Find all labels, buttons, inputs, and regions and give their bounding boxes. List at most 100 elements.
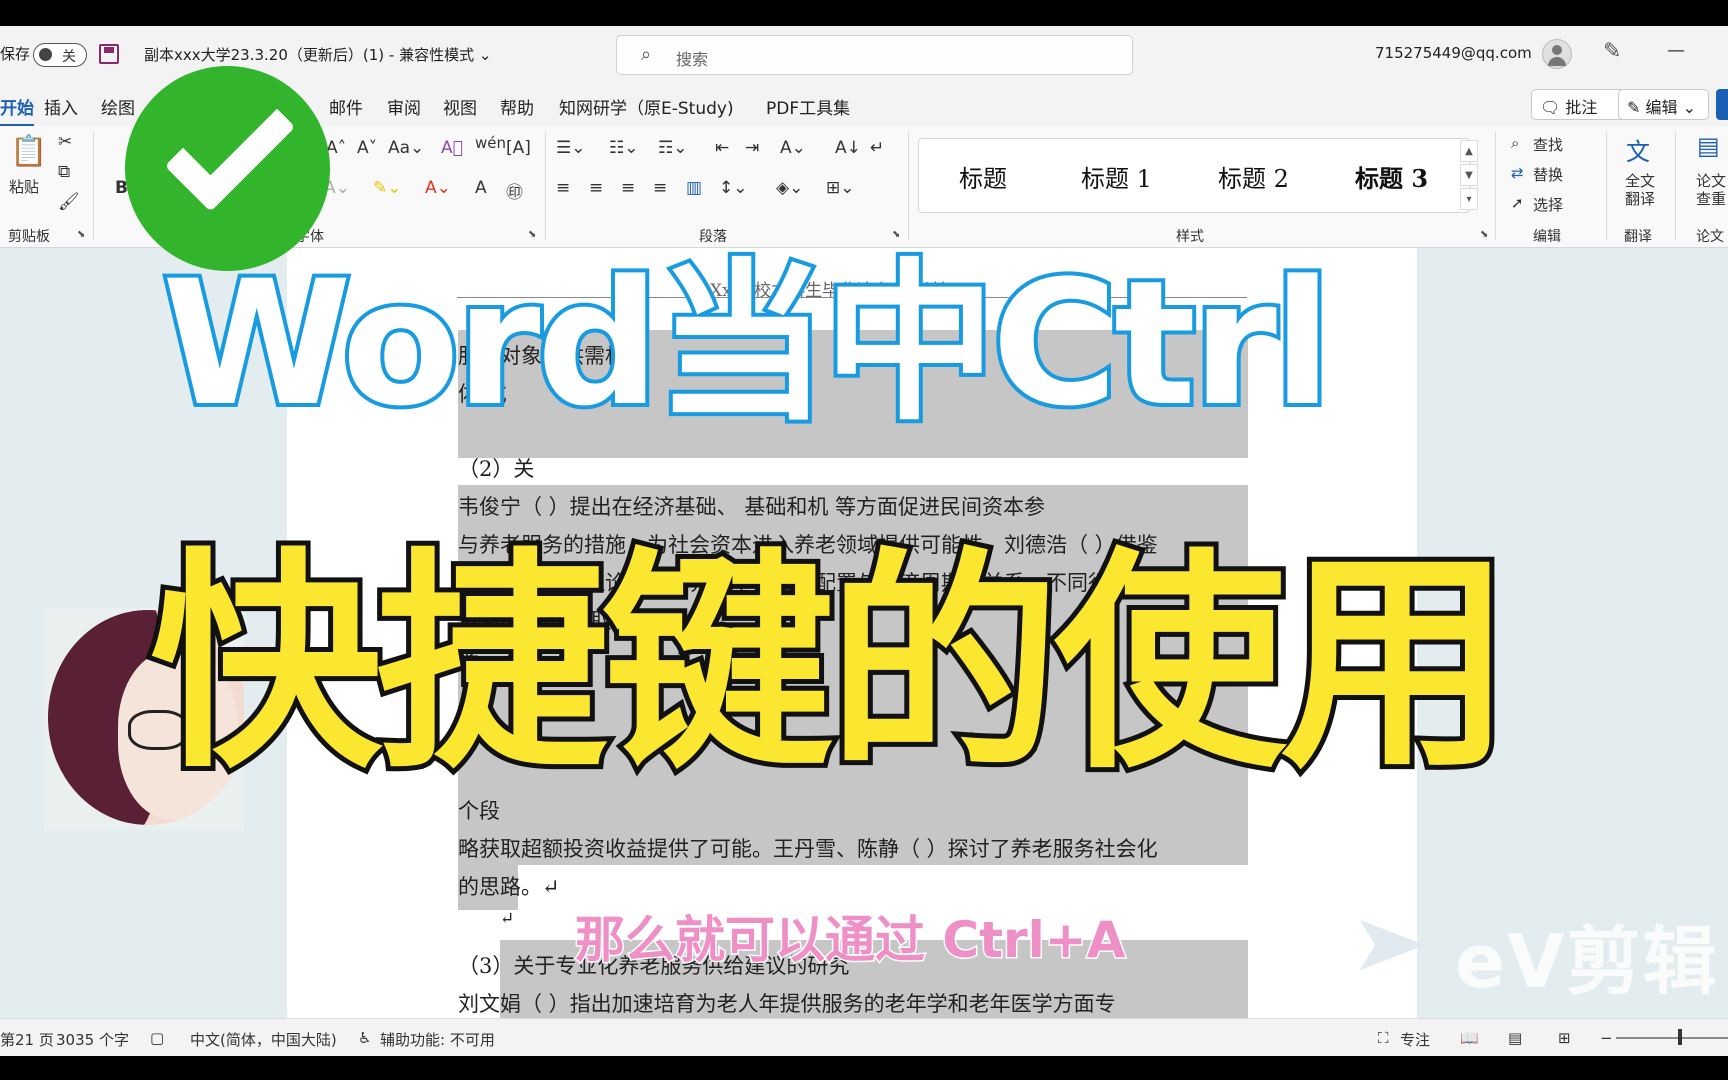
find-icon[interactable]: ⌕: [1511, 134, 1519, 152]
styles-down-icon[interactable]: ▼: [1460, 164, 1478, 186]
comments-label: 批注: [1565, 98, 1598, 117]
text-direction-icon[interactable]: A⌄: [780, 138, 806, 158]
line-spacing-icon[interactable]: ↕⌄: [719, 178, 748, 198]
increase-indent-icon[interactable]: ⇥: [745, 138, 759, 158]
styles-more-icon[interactable]: ▾: [1460, 188, 1478, 210]
doc-line[interactable]: 个段: [458, 795, 500, 825]
tab-pdf-tools[interactable]: PDF工具集: [766, 94, 850, 119]
language-status[interactable]: 中文(简体，中国大陆): [190, 1029, 337, 1050]
multilevel-list-icon[interactable]: ☶⌄: [658, 138, 687, 158]
style-heading-1[interactable]: 标题 1: [1081, 159, 1152, 194]
style-title[interactable]: 标题: [959, 159, 1007, 194]
tab-view[interactable]: 视图: [443, 94, 477, 119]
align-left-icon[interactable]: ≡: [556, 178, 570, 198]
tab-help[interactable]: 帮助: [500, 94, 534, 119]
align-right-icon[interactable]: ≡: [621, 178, 635, 198]
web-layout-icon[interactable]: ⊞: [1558, 1029, 1571, 1047]
paper-check-icon[interactable]: ▤: [1697, 132, 1720, 160]
zoom-slider-thumb[interactable]: [1678, 1029, 1682, 1045]
justify-icon[interactable]: ≡: [653, 178, 667, 198]
align-center-icon[interactable]: ≡: [589, 178, 603, 198]
paste-icon[interactable]: 📋: [10, 134, 47, 169]
clear-format-icon[interactable]: A⃠: [441, 138, 463, 158]
sort-icon[interactable]: A↓: [835, 138, 861, 158]
account-avatar-icon[interactable]: [1542, 39, 1572, 69]
read-mode-icon[interactable]: 📖: [1460, 1029, 1479, 1047]
group-label-paper: 论文: [1696, 229, 1724, 245]
replace-icon[interactable]: ⇄: [1511, 164, 1524, 182]
doc-line[interactable]: （2）关: [458, 453, 534, 483]
tab-draw[interactable]: 绘图: [101, 94, 135, 119]
letterbox-bottom: [0, 1056, 1728, 1080]
zoom-out-icon[interactable]: −: [1600, 1029, 1613, 1047]
decrease-indent-icon[interactable]: ⇤: [715, 138, 729, 158]
word-count[interactable]: 3035 个字: [56, 1029, 129, 1050]
find-label[interactable]: 查找: [1533, 134, 1563, 155]
translate-label[interactable]: 全文 翻译: [1625, 172, 1655, 208]
copy-icon[interactable]: ⧉: [58, 162, 70, 182]
account-email[interactable]: 715275449@qq.com: [1375, 44, 1532, 62]
bullets-icon[interactable]: ☰⌄: [556, 138, 585, 158]
page-count[interactable]: 第21 页: [0, 1029, 54, 1050]
shading-icon[interactable]: ◈⌄: [776, 178, 803, 198]
minimize-icon[interactable]: —: [1667, 40, 1685, 61]
proofing-icon[interactable]: ▢: [150, 1029, 164, 1047]
char-border-icon[interactable]: [A]: [506, 138, 531, 158]
styles-launcher-icon[interactable]: ⬊: [1480, 229, 1488, 240]
select-label[interactable]: 选择: [1533, 194, 1563, 215]
watermark-text: eV剪辑: [1455, 919, 1719, 1005]
enclose-char-icon[interactable]: ㊞: [506, 178, 523, 203]
change-case-icon[interactable]: Aa⌄: [388, 138, 424, 158]
accessibility-icon: ♿: [358, 1029, 372, 1047]
clipboard-launcher-icon[interactable]: ⬊: [77, 229, 85, 240]
shrink-font-icon[interactable]: A˅: [357, 138, 377, 158]
share-button[interactable]: [1716, 89, 1728, 120]
doc-line[interactable]: ↵: [500, 909, 514, 929]
distributed-icon[interactable]: ▥: [686, 178, 702, 198]
doc-line[interactable]: 的思路。↵: [458, 871, 560, 901]
doc-line[interactable]: 韦俊宁（ ）提出在经济基础、 基础和机 等方面促进民间资本参: [458, 491, 1045, 521]
autosave-toggle[interactable]: 关: [33, 43, 87, 67]
tab-cnki[interactable]: 知网研学（原E-Study): [559, 94, 734, 119]
style-heading-3[interactable]: 标题 3: [1355, 159, 1428, 194]
show-marks-icon[interactable]: ↵: [870, 138, 884, 158]
paste-label[interactable]: 粘贴: [9, 176, 39, 197]
tab-review[interactable]: 审阅: [387, 94, 421, 119]
font-launcher-icon[interactable]: ⬊: [528, 229, 536, 240]
replace-label[interactable]: 替换: [1533, 164, 1563, 185]
highlight-icon[interactable]: ✎⌄: [373, 178, 402, 198]
save-icon[interactable]: [99, 44, 119, 64]
borders-icon[interactable]: ⊞⌄: [826, 178, 855, 198]
paper-check-label[interactable]: 论文 查重: [1696, 172, 1726, 208]
group-label-translate: 翻译: [1624, 229, 1652, 245]
document-title[interactable]: 副本xxx大学23.3.20（更新后）(1) - 兼容性模式 ⌄: [144, 44, 491, 65]
tab-insert[interactable]: 插入: [44, 94, 78, 119]
doc-line[interactable]: 刘文娟（ ）指出加速培育为老人年提供服务的老年学和老年医学方面专: [458, 988, 1116, 1018]
numbering-icon[interactable]: ☷⌄: [609, 138, 638, 158]
pencil-icon: ✎: [1627, 98, 1641, 117]
select-icon[interactable]: ➚: [1511, 194, 1524, 212]
separator: [1495, 132, 1496, 240]
doc-line[interactable]: 略获取超额投资收益提供了可能。王丹雪、陈静（ ）探讨了养老服务社会化: [458, 833, 1158, 863]
cut-icon[interactable]: ✂: [58, 132, 72, 152]
styles-up-icon[interactable]: ▲: [1460, 140, 1478, 162]
focus-mode[interactable]: 专注: [1400, 1029, 1430, 1050]
search-placeholder: 搜索: [676, 50, 709, 69]
paragraph-launcher-icon[interactable]: ⬊: [892, 229, 900, 240]
pen-icon[interactable]: ✎: [1603, 39, 1621, 64]
translate-icon[interactable]: 文: [1626, 132, 1650, 167]
font-color-icon[interactable]: A⌄: [425, 178, 451, 198]
accessibility-status[interactable]: 辅助功能: 不可用: [380, 1029, 495, 1050]
phonetic-guide-icon[interactable]: wén: [475, 134, 506, 152]
format-painter-icon[interactable]: 🖌: [58, 192, 80, 212]
char-shading-icon[interactable]: A: [475, 178, 487, 198]
checkmark-stroke: [164, 81, 296, 212]
editing-mode-button[interactable]: ✎ 编辑 ⌄: [1618, 89, 1709, 120]
style-heading-2[interactable]: 标题 2: [1218, 159, 1289, 194]
print-layout-icon[interactable]: ▤: [1508, 1029, 1522, 1047]
tab-mailings[interactable]: 邮件: [329, 94, 363, 119]
tab-home[interactable]: 开始: [0, 94, 34, 127]
zoom-slider[interactable]: [1616, 1037, 1728, 1039]
search-box[interactable]: ⌕ 搜索: [616, 35, 1133, 75]
separator: [545, 132, 546, 240]
